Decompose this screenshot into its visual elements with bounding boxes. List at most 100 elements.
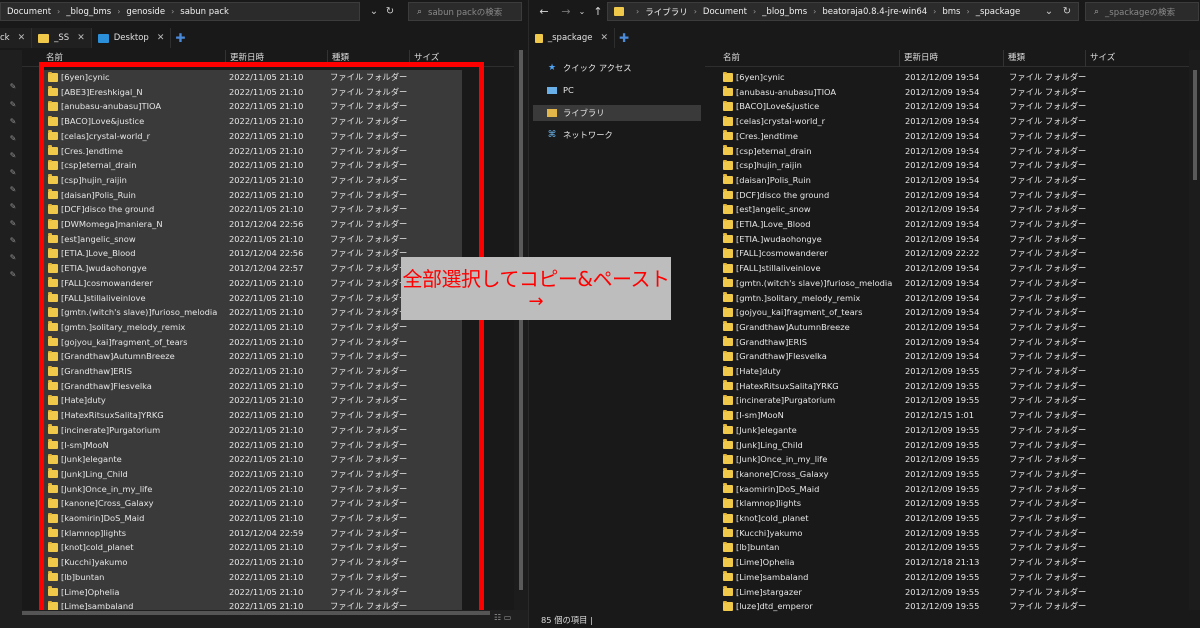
file-row[interactable]: [gmtn.]solitary_melody_remix 2012/12/09 1… bbox=[719, 291, 1189, 306]
recent-dropdown-icon[interactable]: ⌄ bbox=[575, 3, 589, 19]
file-row[interactable]: [incinerate]Purgatorium 2012/12/09 19:55 フ… bbox=[719, 393, 1189, 408]
close-icon[interactable]: ✕ bbox=[18, 33, 26, 43]
breadcrumb-separator-icon[interactable]: › bbox=[966, 7, 969, 16]
tab-ss[interactable]: _SS ✕ bbox=[32, 28, 92, 48]
breadcrumb-separator-icon[interactable]: › bbox=[636, 7, 639, 16]
tab-desktop[interactable]: Desktop ✕ bbox=[91, 28, 172, 48]
pin-icon[interactable]: ✎ bbox=[9, 219, 17, 229]
file-row[interactable]: [Junk]Ling_Child 2012/12/09 19:55 ファイル フォル… bbox=[719, 438, 1189, 453]
scroll-thumb[interactable] bbox=[519, 50, 523, 590]
file-row[interactable]: [Grandthaw]Flesvelka 2012/12/09 19:54 ファイル… bbox=[719, 349, 1189, 364]
right-search-box[interactable]: ⌕ _spackageの検索 bbox=[1085, 2, 1199, 21]
tab-spackage[interactable]: _spackage ✕ bbox=[529, 28, 615, 48]
pin-icon[interactable]: ✎ bbox=[9, 134, 17, 144]
file-row[interactable]: [est]angelic_snow 2012/12/09 19:54 ファイル フォ… bbox=[719, 202, 1189, 217]
column-date[interactable]: 更新日時 bbox=[899, 50, 1003, 67]
close-icon[interactable]: ✕ bbox=[600, 33, 608, 43]
file-row[interactable]: [kanone]Cross_Galaxy 2012/12/09 19:55 ファイル… bbox=[719, 467, 1189, 482]
file-row[interactable]: [FALL]stillaliveinlove 2012/12/09 19:54 ファ… bbox=[719, 261, 1189, 276]
left-search-box[interactable]: ⌕ sabun packの検索 bbox=[408, 2, 522, 21]
tab-ck[interactable]: ck ✕ bbox=[0, 28, 33, 48]
file-row[interactable]: [kaomirin]DoS_Maid 2012/12/09 19:55 ファイル フ… bbox=[719, 482, 1189, 497]
file-row[interactable]: [Cres.]endtime 2012/12/09 19:54 ファイル フォルダー bbox=[719, 129, 1189, 144]
file-row[interactable]: [csp]hujin_raijin 2012/12/09 19:54 ファイル フォ… bbox=[719, 158, 1189, 173]
column-size[interactable]: サイズ bbox=[1085, 50, 1155, 67]
right-vertical-scrollbar[interactable] bbox=[1189, 50, 1200, 610]
file-row[interactable]: [DCF]disco the ground 2012/12/09 19:54 ファイ… bbox=[719, 188, 1189, 203]
file-row[interactable]: [ETIA.]wudaohongye 2012/12/09 19:54 ファイル フ… bbox=[719, 232, 1189, 247]
pin-icon[interactable]: ✎ bbox=[9, 100, 17, 110]
file-row[interactable]: [Lime]sambaland 2012/12/09 19:55 ファイル フォルダ… bbox=[719, 570, 1189, 585]
pin-icon[interactable]: ✎ bbox=[9, 82, 17, 92]
file-row[interactable]: [knot]cold_planet 2012/12/09 19:55 ファイル フォ… bbox=[719, 511, 1189, 526]
file-row[interactable]: [BACO]Love&justice 2012/12/09 19:54 ファイル フ… bbox=[719, 99, 1189, 114]
nav-library[interactable]: ライブラリ bbox=[533, 105, 701, 121]
file-row[interactable]: [anubasu-anubasu]TIOA 2012/12/09 19:54 ファイ… bbox=[719, 85, 1189, 100]
file-row[interactable]: [Junk]elegante 2012/12/09 19:55 ファイル フォルダー bbox=[719, 423, 1189, 438]
refresh-icon[interactable]: ↻ bbox=[1059, 3, 1075, 19]
right-address-bar[interactable]: › ライブラリ › Document › _blog_bms › beatoraja0.8.4… bbox=[607, 2, 1079, 21]
breadcrumb-separator-icon[interactable]: › bbox=[117, 7, 120, 16]
file-row[interactable]: [Hate]duty 2012/12/09 19:55 ファイル フォルダー bbox=[719, 364, 1189, 379]
breadcrumb-separator-icon[interactable]: › bbox=[813, 7, 816, 16]
forward-arrow-icon[interactable]: → bbox=[559, 3, 573, 19]
back-arrow-icon[interactable]: ← bbox=[537, 3, 551, 19]
close-icon[interactable]: ✕ bbox=[77, 33, 85, 43]
pin-icon[interactable]: ✎ bbox=[9, 117, 17, 127]
dropdown-icon[interactable]: ⌄ bbox=[1041, 3, 1057, 19]
pin-icon[interactable]: ✎ bbox=[9, 253, 17, 263]
column-name[interactable]: 名前 bbox=[719, 50, 899, 67]
breadcrumb-item[interactable]: genoside bbox=[126, 7, 165, 17]
file-row[interactable]: [FALL]cosmowanderer 2012/12/09 22:22 ファイル … bbox=[719, 246, 1189, 261]
file-row[interactable]: [6yen]cynic 2012/12/09 19:54 ファイル フォルダー bbox=[719, 70, 1189, 85]
pin-icon[interactable]: ✎ bbox=[9, 168, 17, 178]
file-row[interactable]: [klamnop]lights 2012/12/09 19:55 ファイル フォルダ… bbox=[719, 496, 1189, 511]
file-row[interactable]: [ETIA.]Love_Blood 2012/12/09 19:54 ファイル フォ… bbox=[719, 217, 1189, 232]
file-row[interactable]: [Lime]Ophelia 2012/12/18 21:13 ファイル フォルダー bbox=[719, 555, 1189, 570]
breadcrumb-separator-icon[interactable]: › bbox=[753, 7, 756, 16]
file-row[interactable]: [Lime]stargazer 2012/12/09 19:55 ファイル フォルダ… bbox=[719, 585, 1189, 600]
breadcrumb-item[interactable]: Document bbox=[703, 7, 747, 17]
view-toggle-icon[interactable]: ☷ ▭ bbox=[494, 613, 511, 622]
up-arrow-icon[interactable]: ↑ bbox=[591, 3, 605, 19]
file-row[interactable]: [csp]eternal_drain 2012/12/09 19:54 ファイル フ… bbox=[719, 144, 1189, 159]
breadcrumb-item[interactable]: sabun pack bbox=[180, 7, 229, 17]
left-vertical-scrollbar[interactable] bbox=[514, 50, 528, 610]
column-type[interactable]: 種類 bbox=[1003, 50, 1085, 67]
breadcrumb-item[interactable]: _blog_bms bbox=[66, 7, 111, 17]
breadcrumb-separator-icon[interactable]: › bbox=[694, 7, 697, 16]
file-row[interactable]: [gmtn.(witch's slave)]furioso_melodia 201… bbox=[719, 276, 1189, 291]
file-row[interactable]: [celas]crystal-world_r 2012/12/09 19:54 ファ… bbox=[719, 114, 1189, 129]
breadcrumb-item[interactable]: Document bbox=[7, 7, 51, 17]
pin-icon[interactable]: ✎ bbox=[9, 185, 17, 195]
file-row[interactable]: [gojyou_kai]fragment_of_tears 2012/12/09 … bbox=[719, 305, 1189, 320]
file-row[interactable]: [HatexRitsuxSalita]YRKG 2012/12/09 19:55 フ… bbox=[719, 379, 1189, 394]
new-tab-icon[interactable]: ✚ bbox=[171, 28, 189, 48]
pin-icon[interactable]: ✎ bbox=[9, 202, 17, 212]
pin-icon[interactable]: ✎ bbox=[9, 151, 17, 161]
breadcrumb-separator-icon[interactable]: › bbox=[933, 7, 936, 16]
refresh-icon[interactable]: ↻ bbox=[382, 3, 398, 19]
dropdown-icon[interactable]: ⌄ bbox=[366, 3, 382, 19]
breadcrumb-item[interactable]: ライブラリ bbox=[645, 6, 688, 18]
scroll-thumb[interactable] bbox=[1193, 70, 1197, 180]
close-icon[interactable]: ✕ bbox=[157, 33, 165, 43]
file-row[interactable]: [Junk]Once_in_my_life 2012/12/09 19:55 ファイ… bbox=[719, 452, 1189, 467]
pin-icon[interactable]: ✎ bbox=[9, 236, 17, 246]
breadcrumb-item[interactable]: bms bbox=[942, 7, 960, 17]
breadcrumb-separator-icon[interactable]: › bbox=[57, 7, 60, 16]
breadcrumb-item[interactable]: _spackage bbox=[976, 7, 1021, 17]
nav-network[interactable]: ⌘ ネットワーク bbox=[533, 127, 701, 143]
file-row[interactable]: [lb]buntan 2012/12/09 19:55 ファイル フォルダー bbox=[719, 540, 1189, 555]
left-address-bar[interactable]: Document › _blog_bms › genoside › sabun pack bbox=[0, 2, 360, 21]
file-row[interactable]: [Grandthaw]ERIS 2012/12/09 19:54 ファイル フォルダ… bbox=[719, 335, 1189, 350]
new-tab-icon[interactable]: ✚ bbox=[615, 28, 633, 48]
breadcrumb-item[interactable]: _blog_bms bbox=[762, 7, 807, 17]
nav-quick-access[interactable]: ★ クイック アクセス bbox=[533, 60, 701, 76]
file-row[interactable]: [Grandthaw]AutumnBreeze 2012/12/09 19:54 フ… bbox=[719, 320, 1189, 335]
pin-icon[interactable]: ✎ bbox=[9, 270, 17, 280]
file-row[interactable]: [I-sm]MooN 2012/12/15 1:01 ファイル フォルダー bbox=[719, 408, 1189, 423]
file-row[interactable]: [daisan]Polis_Ruin 2012/12/09 19:54 ファイル フ… bbox=[719, 173, 1189, 188]
breadcrumb-item[interactable]: beatoraja0.8.4-jre-win64 bbox=[822, 7, 927, 17]
breadcrumb-separator-icon[interactable]: › bbox=[171, 7, 174, 16]
